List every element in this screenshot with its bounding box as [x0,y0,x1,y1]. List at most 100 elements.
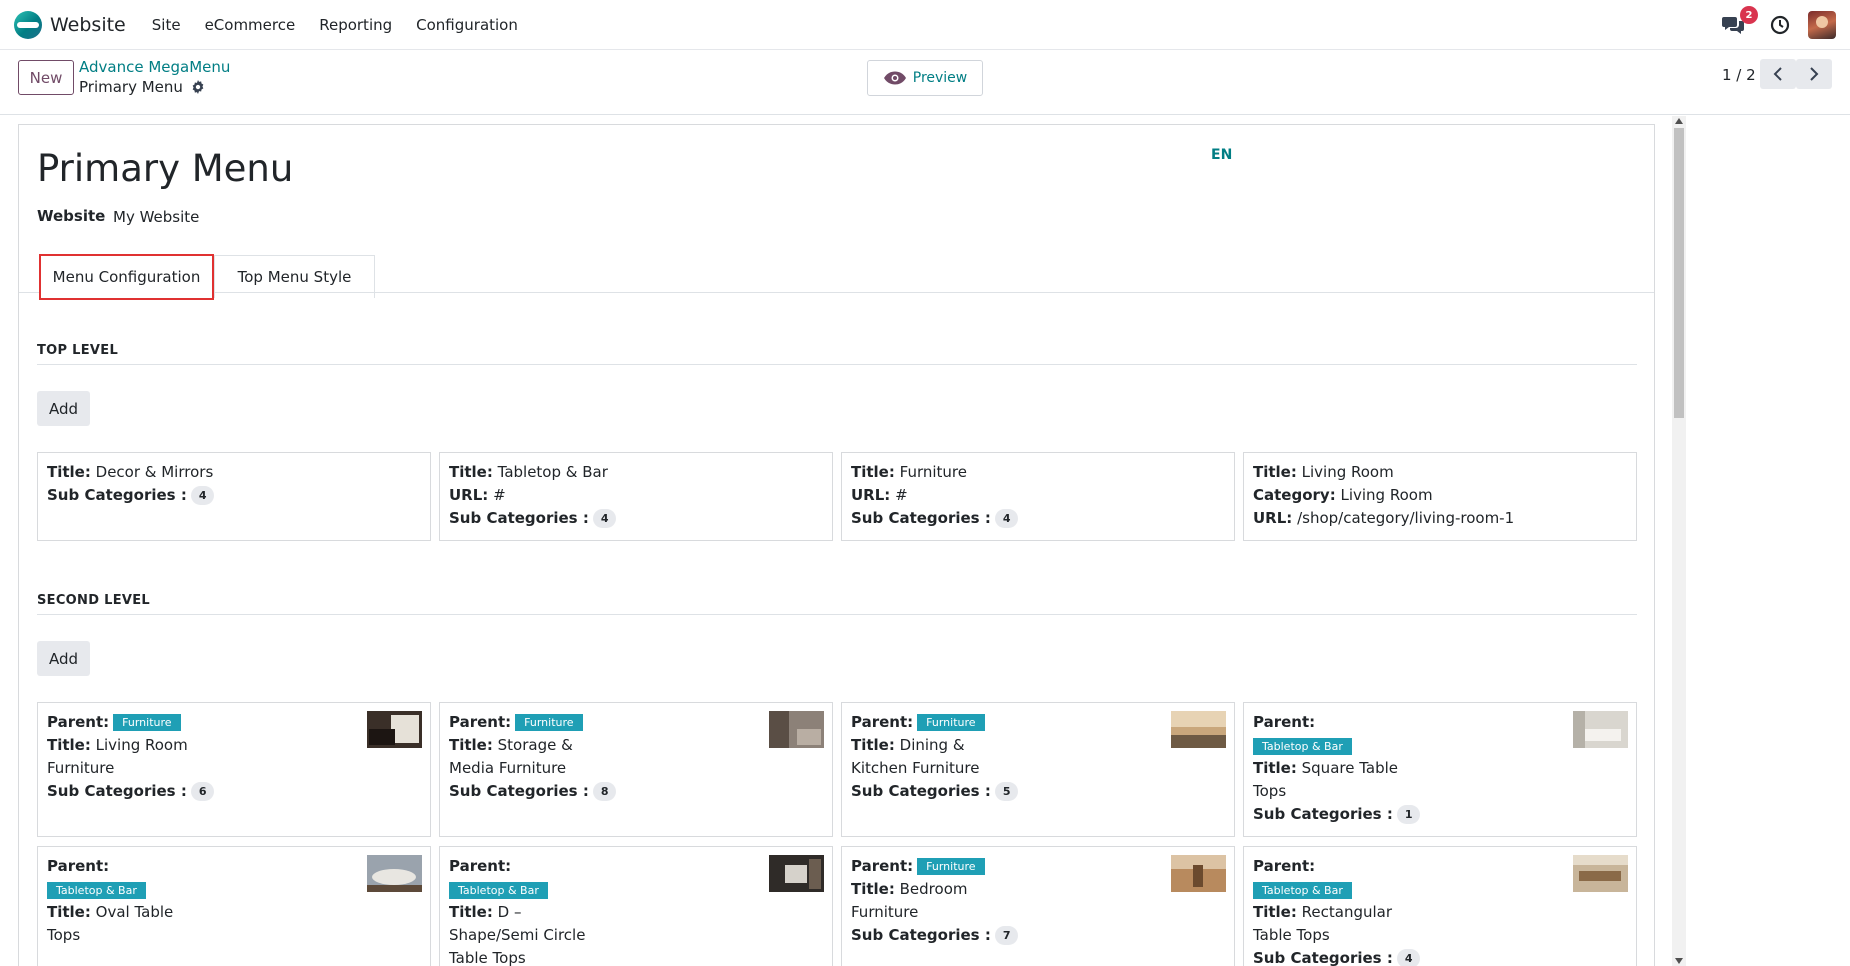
tab-top-menu-style[interactable]: Top Menu Style [214,255,375,298]
category-image [1171,855,1226,892]
record-title[interactable]: Primary Menu [37,147,293,190]
parent-tag: Tabletop & Bar [47,882,146,899]
parent-label: Parent: [851,713,914,731]
title-label: Title: [47,463,91,481]
user-avatar[interactable] [1808,11,1836,39]
card-url: # [895,486,908,504]
parent-label: Parent: [1253,713,1316,731]
card-parent-row: Parent: Furniture [851,855,1225,878]
scroll-up-arrow[interactable] [1675,118,1683,124]
parent-label: Parent: [449,857,512,875]
card-title-row: Title: Living Room [47,734,421,757]
subcats-count: 4 [1396,949,1421,966]
title-label: Title: [851,736,895,754]
scroll-down-arrow[interactable] [1675,958,1683,964]
card-title-line2: Shape/Semi Circle [449,926,586,944]
second-level-card[interactable]: Parent: Tabletop & Bar Title: Oval Table… [37,846,431,966]
subcats-count: 6 [190,782,215,801]
subcats-count: 1 [1396,805,1421,824]
card-title-line2: Furniture [851,903,919,921]
card-url-row: URL: # [449,484,823,507]
category-image [769,855,824,892]
second-level-heading: SECOND LEVEL [37,593,151,608]
subcats-count: 5 [994,782,1019,801]
card-subcats-row: Sub Categories :4 [1253,947,1627,966]
second-level-card[interactable]: Parent: Tabletop & Bar Title: D – Shape/… [439,846,833,966]
top-level-add-button[interactable]: Add [37,391,90,426]
breadcrumb-current: Primary Menu [79,78,205,96]
menu-item-configuration[interactable]: Configuration [404,16,530,34]
subcats-count: 4 [994,509,1019,528]
card-parent-row: Parent: Furniture [47,711,421,734]
category-image [769,711,824,748]
clock-icon[interactable] [1770,15,1790,35]
subcats-label: Sub Categories : [851,509,991,527]
vertical-scrollbar[interactable] [1672,116,1686,966]
second-level-card[interactable]: Parent: Furniture Title: Living Room Furn… [37,702,431,837]
second-level-card[interactable]: Parent: Tabletop & Bar Title: Rectangula… [1243,846,1637,966]
card-title-line2: Furniture [47,759,115,777]
card-parent-row: Parent: [1253,711,1627,734]
title-label: Title: [47,903,91,921]
breadcrumb-parent[interactable]: Advance MegaMenu [79,58,230,76]
card-subcats-row: Sub Categories :4 [47,484,421,507]
subcats-label: Sub Categories : [47,486,187,504]
menu-item-ecommerce[interactable]: eCommerce [193,16,308,34]
section-divider [37,614,1637,615]
scroll-thumb[interactable] [1674,128,1684,418]
card-title-line1: D – [497,903,522,921]
card-title-line1: Bedroom [899,880,968,898]
card-title-line2: Media Furniture [449,759,567,777]
new-button[interactable]: New [18,60,74,95]
url-label: URL: [851,486,891,504]
title-label: Title: [851,463,895,481]
title-label: Title: [851,880,895,898]
card-subcats-row: Sub Categories :6 [47,780,421,803]
pager-previous-button[interactable] [1760,59,1796,89]
card-parent-row: Parent: [47,855,421,878]
title-label: Title: [1253,903,1297,921]
parent-label: Parent: [47,857,110,875]
subcats-label: Sub Categories : [449,782,589,800]
second-level-card[interactable]: Parent: Furniture Title: Storage & Media … [439,702,833,837]
subcats-label: Sub Categories : [851,926,991,944]
title-label: Title: [449,903,493,921]
card-subcats-row: Sub Categories :7 [851,924,1225,947]
top-level-card[interactable]: Title: Decor & Mirrors Sub Categories :4 [37,452,431,541]
top-level-card[interactable]: Title: Living Room Category: Living Room… [1243,452,1637,541]
card-title-line2: Tops [1253,782,1287,800]
gear-icon[interactable] [191,80,205,94]
card-parent-row: Parent: Furniture [449,711,823,734]
category-image [1573,855,1628,892]
parent-tag: Furniture [917,858,985,875]
card-subcats-row: Sub Categories :5 [851,780,1225,803]
card-parent-row: Parent: Furniture [851,711,1225,734]
second-level-card[interactable]: Parent: Tabletop & Bar Title: Square Tab… [1243,702,1637,837]
second-level-card[interactable]: Parent: Furniture Title: Bedroom Furnitur… [841,846,1235,966]
menu-item-site[interactable]: Site [140,16,193,34]
eye-icon [883,71,906,85]
second-level-add-button[interactable]: Add [37,641,90,676]
pager-value[interactable]: 1 / 2 [1722,66,1756,84]
breadcrumb-current-label: Primary Menu [79,78,183,96]
section-divider [37,364,1637,365]
card-category-row: Category: Living Room [1253,484,1627,507]
preview-button[interactable]: Preview [867,60,983,96]
pager-next-button[interactable] [1796,59,1832,89]
card-title-row: Title: Living Room [1253,461,1627,484]
website-field-value[interactable]: My Website [113,208,199,226]
card-title-line2: Tops [47,926,81,944]
menu-item-reporting[interactable]: Reporting [307,16,404,34]
top-level-card[interactable]: Title: Furniture URL: # Sub Categories :… [841,452,1235,541]
second-level-card[interactable]: Parent: Furniture Title: Dining & Kitchen… [841,702,1235,837]
card-title-row: Title: Square Table [1253,757,1627,780]
top-level-card[interactable]: Title: Tabletop & Bar URL: # Sub Categor… [439,452,833,541]
card-title-row: Title: Oval Table [47,901,421,924]
app-brand[interactable]: Website [14,10,126,39]
language-toggle[interactable]: EN [1211,147,1232,163]
card-title-line1: Dining & [899,736,965,754]
messaging-icon[interactable]: 2 [1722,6,1758,35]
subcats-count: 8 [592,782,617,801]
card-title: Living Room [1301,463,1394,481]
systray: 2 [1722,0,1850,50]
